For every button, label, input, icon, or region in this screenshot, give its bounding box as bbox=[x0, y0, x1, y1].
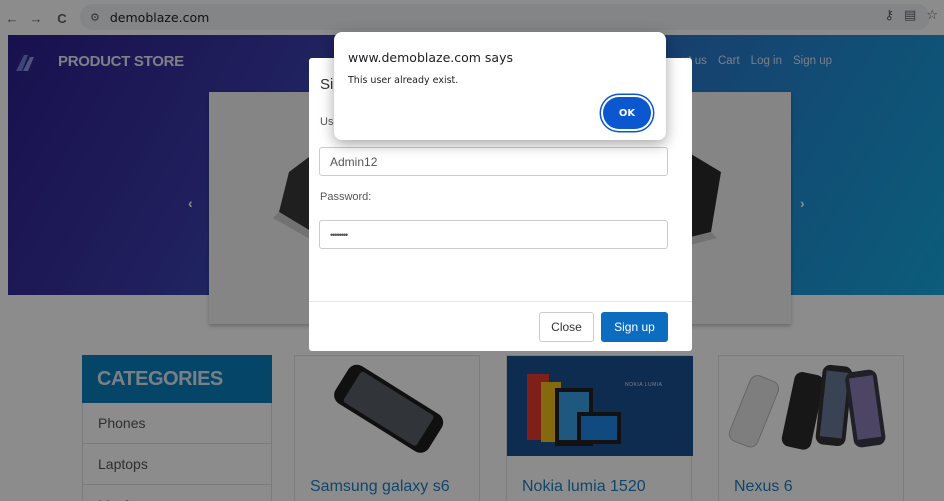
alert-title: www.demoblaze.com says bbox=[348, 50, 513, 65]
alert-message: This user already exist. bbox=[348, 75, 459, 86]
password-label: Password: bbox=[320, 191, 372, 203]
username-value: Admin12 bbox=[330, 154, 378, 169]
sign-up-button[interactable]: Sign up bbox=[601, 312, 668, 342]
alert-ok-button[interactable]: OK bbox=[603, 97, 651, 129]
username-label: Us bbox=[320, 116, 334, 128]
modal-footer-divider bbox=[309, 301, 692, 302]
screen: ← → C ⚙ demoblaze.com ⚷ ▤ ☆ PRODUCT STOR… bbox=[0, 0, 944, 501]
modal-title: Si bbox=[320, 76, 334, 93]
browser-alert-dialog: www.demoblaze.com says This user already… bbox=[334, 32, 666, 140]
password-value: •••••••• bbox=[330, 229, 348, 240]
close-button[interactable]: Close bbox=[539, 312, 594, 342]
password-field[interactable]: •••••••• bbox=[319, 220, 668, 249]
username-field[interactable]: Admin12 bbox=[319, 147, 668, 176]
